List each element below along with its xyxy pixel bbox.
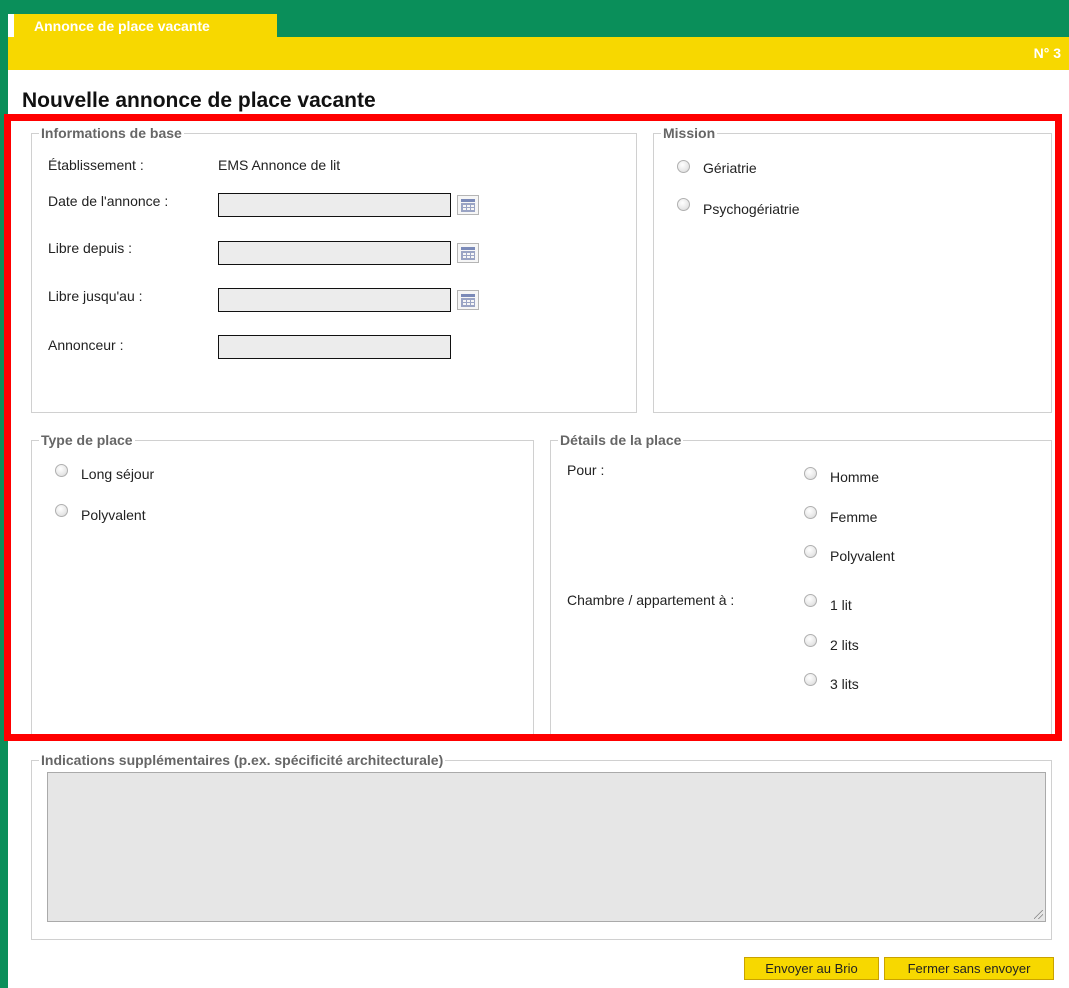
indications-textarea[interactable] — [47, 772, 1046, 922]
legend-indications: Indications supplémentaires (p.ex. spéci… — [39, 752, 446, 768]
highlight-box — [4, 114, 1062, 741]
send-button[interactable]: Envoyer au Brio — [744, 957, 879, 980]
header-strip — [8, 37, 1069, 70]
tab-annonce[interactable]: Annonce de place vacante — [14, 14, 279, 37]
top-border-bar — [8, 0, 1069, 14]
close-without-send-button[interactable]: Fermer sans envoyer — [884, 957, 1054, 980]
tab-label: Annonce de place vacante — [34, 18, 210, 34]
page-number: N° 3 — [1033, 45, 1061, 61]
tab-bar-background — [279, 14, 1069, 37]
resize-handle-icon[interactable] — [1034, 910, 1043, 919]
page-title: Nouvelle annonce de place vacante — [22, 89, 376, 112]
